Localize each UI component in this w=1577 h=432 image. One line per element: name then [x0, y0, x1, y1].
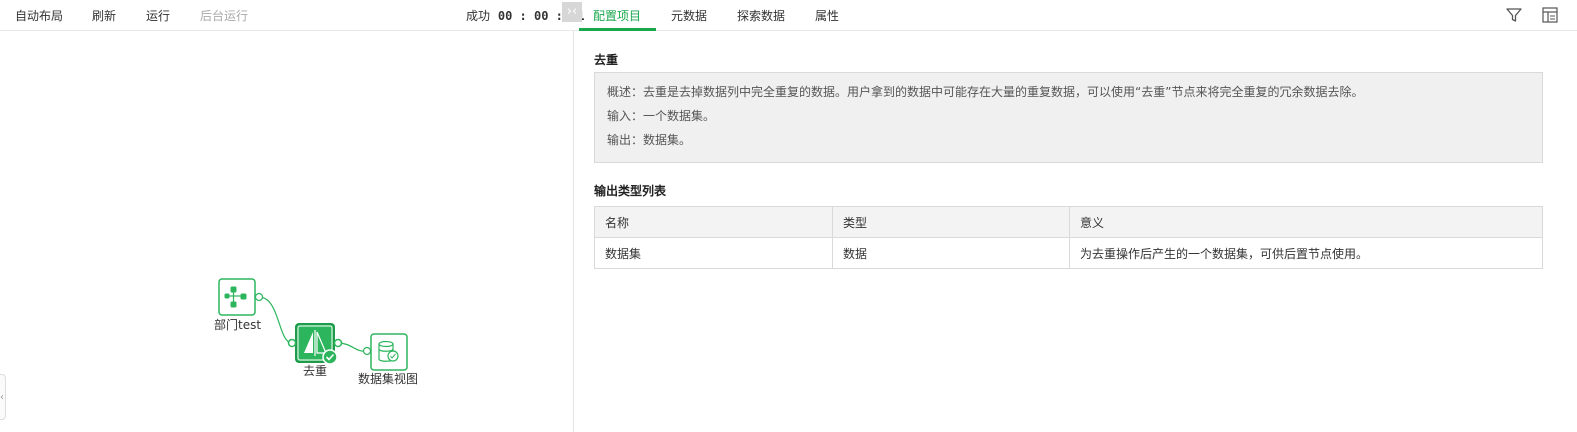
table-header-row: 名称 类型 意义: [594, 206, 1543, 238]
table-row: 数据集 数据 为去重操作后产生的一个数据集，可供后置节点使用。: [594, 237, 1543, 269]
expand-left-panel-handle[interactable]: ‹: [0, 374, 6, 420]
table-cell-type: 数据: [832, 237, 1070, 269]
table-cell-meaning: 为去重操作后产生的一个数据集，可供后置节点使用。: [1069, 237, 1543, 269]
edge-source-to-dedup: [258, 296, 293, 344]
table-cell-name: 数据集: [594, 237, 833, 269]
top-toolbar: 自动布局 刷新 运行 后台运行 成功 00 : 00 : 01 ›‹ 配置项目 …: [0, 0, 1577, 31]
table-header-name: 名称: [594, 206, 833, 238]
output-types-table: 名称 类型 意义 数据集 数据 为去重操作后产生的一个数据集，可供后置节点使用。: [594, 206, 1543, 269]
flow-canvas[interactable]: 部门test 去重 数据集视图: [0, 31, 573, 432]
edge-dedup-to-view: [337, 342, 368, 352]
output-types-title: 输出类型列表: [594, 184, 667, 198]
node-label-department-test: 部门test: [214, 318, 262, 332]
run-button[interactable]: 运行: [146, 7, 170, 24]
collapse-arrows-icon: ›‹: [566, 4, 578, 19]
chevron-left-icon: ‹: [0, 392, 4, 403]
tab-config[interactable]: 配置项目: [593, 7, 641, 24]
auto-layout-button[interactable]: 自动布局: [15, 7, 63, 24]
description-output: 输出：数据集。: [607, 133, 692, 147]
refresh-button[interactable]: 刷新: [92, 7, 116, 24]
filter-icon[interactable]: [1504, 5, 1524, 25]
table-header-meaning: 意义: [1069, 206, 1543, 238]
description-input: 输入：一个数据集。: [607, 109, 716, 123]
background-run-button[interactable]: 后台运行: [200, 7, 248, 24]
table-header-type: 类型: [832, 206, 1070, 238]
tab-properties[interactable]: 属性: [815, 7, 839, 24]
layout-settings-icon[interactable]: [1540, 5, 1560, 25]
node-label-dedup: 去重: [303, 364, 328, 378]
flow-graph: [218, 278, 408, 371]
tab-explore-data[interactable]: 探索数据: [737, 7, 785, 24]
node-label-dataset-view: 数据集视图: [358, 372, 419, 386]
panel-divider[interactable]: [573, 31, 574, 432]
active-tab-indicator: [579, 28, 656, 31]
description-overview: 概述：去重是去掉数据列中完全重复的数据。用户拿到的数据中可能存在大量的重复数据，…: [607, 85, 1364, 99]
config-title: 去重: [594, 53, 619, 67]
collapse-panel-button[interactable]: ›‹: [562, 2, 582, 22]
node-dedup[interactable]: [287, 323, 343, 365]
tab-metadata[interactable]: 元数据: [671, 7, 707, 24]
node-dataset-view[interactable]: [362, 333, 408, 371]
description-box: 概述：去重是去掉数据列中完全重复的数据。用户拿到的数据中可能存在大量的重复数据，…: [594, 72, 1543, 163]
node-department-test[interactable]: [218, 278, 264, 316]
status-label: 成功: [466, 9, 491, 23]
